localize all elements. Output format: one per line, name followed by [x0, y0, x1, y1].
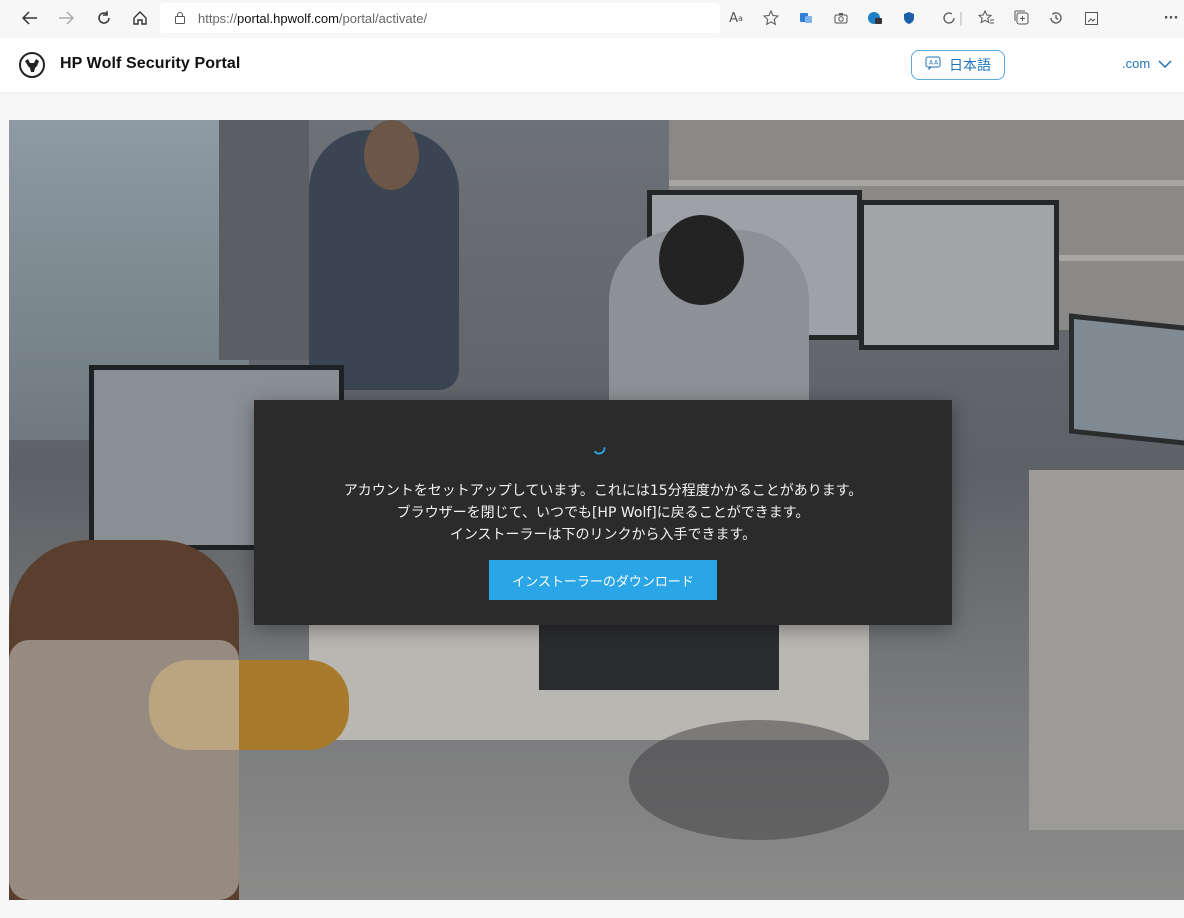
forward-arrow-icon[interactable] [52, 4, 80, 32]
favorites-icon[interactable] [975, 7, 997, 29]
person-head [364, 120, 419, 190]
setup-message-line3: インストーラーは下のリンクから入手できます。 [449, 527, 757, 543]
chair-base [629, 720, 889, 840]
office-chair [9, 640, 239, 900]
hp-wolf-logo-icon[interactable] [19, 52, 45, 78]
download-installer-button[interactable]: インストーラーのダウンロード [489, 560, 717, 600]
setup-message-line1: アカウントをセットアップしています。これには15分程度かかることがあります。 [343, 483, 863, 499]
screenshot-icon[interactable] [1080, 7, 1102, 29]
url-path: /portal/activate/ [338, 10, 428, 26]
url-text: https://portal.hpwolf.com/portal/activat… [198, 11, 427, 26]
url-host: portal.hpwolf.com [237, 10, 339, 26]
domain-select[interactable]: .com [1122, 56, 1172, 71]
desktop-pc [539, 620, 779, 690]
person-hair [659, 215, 744, 305]
site-title[interactable]: HP Wolf Security Portal [60, 55, 240, 73]
lock-icon [174, 9, 186, 28]
svg-text:A: A [934, 60, 939, 67]
shield-extension-icon[interactable] [898, 7, 920, 29]
more-icon[interactable]: ··· [1160, 7, 1182, 29]
camera-icon[interactable] [830, 7, 852, 29]
toolbar-divider: | [958, 10, 964, 26]
language-button[interactable]: AA 日本語 [911, 50, 1005, 80]
refresh-icon[interactable] [90, 4, 118, 32]
browser-toolbar: https://portal.hpwolf.com/portal/activat… [0, 0, 1184, 38]
loading-spinner-icon [594, 447, 606, 455]
language-label: 日本語 [949, 58, 991, 74]
site-header: HP Wolf Security Portal AA 日本語 .com [0, 38, 1184, 92]
home-icon[interactable] [126, 4, 154, 32]
collections-icon[interactable] [1011, 7, 1033, 29]
url-prefix: https:// [198, 10, 238, 26]
refresh-extension-icon[interactable] [938, 7, 960, 29]
chevron-down-icon [1158, 56, 1172, 71]
back-arrow-icon[interactable] [16, 4, 44, 32]
history-icon[interactable] [1045, 7, 1067, 29]
shelf-line [669, 180, 1184, 186]
translate-icon: AA [925, 56, 941, 74]
read-aloud-icon[interactable]: Aa [725, 7, 747, 29]
setup-modal: アカウントをセットアップしています。これには15分程度かかることがあります。 ブ… [254, 400, 952, 625]
right-desk [1029, 470, 1184, 830]
extension-cloud-icon[interactable] [864, 7, 886, 29]
extension-blue-icon[interactable] [795, 7, 817, 29]
domain-label: .com [1122, 56, 1151, 71]
laptop-screen [1069, 313, 1184, 447]
address-bar[interactable]: https://portal.hpwolf.com/portal/activat… [160, 3, 720, 33]
window-frame [219, 120, 309, 360]
add-favorite-icon[interactable] [760, 7, 782, 29]
setup-message-line2: ブラウザーを閉じて、いつでも[HP Wolf]に戻ることができます。 [396, 505, 810, 521]
monitor [859, 200, 1059, 350]
